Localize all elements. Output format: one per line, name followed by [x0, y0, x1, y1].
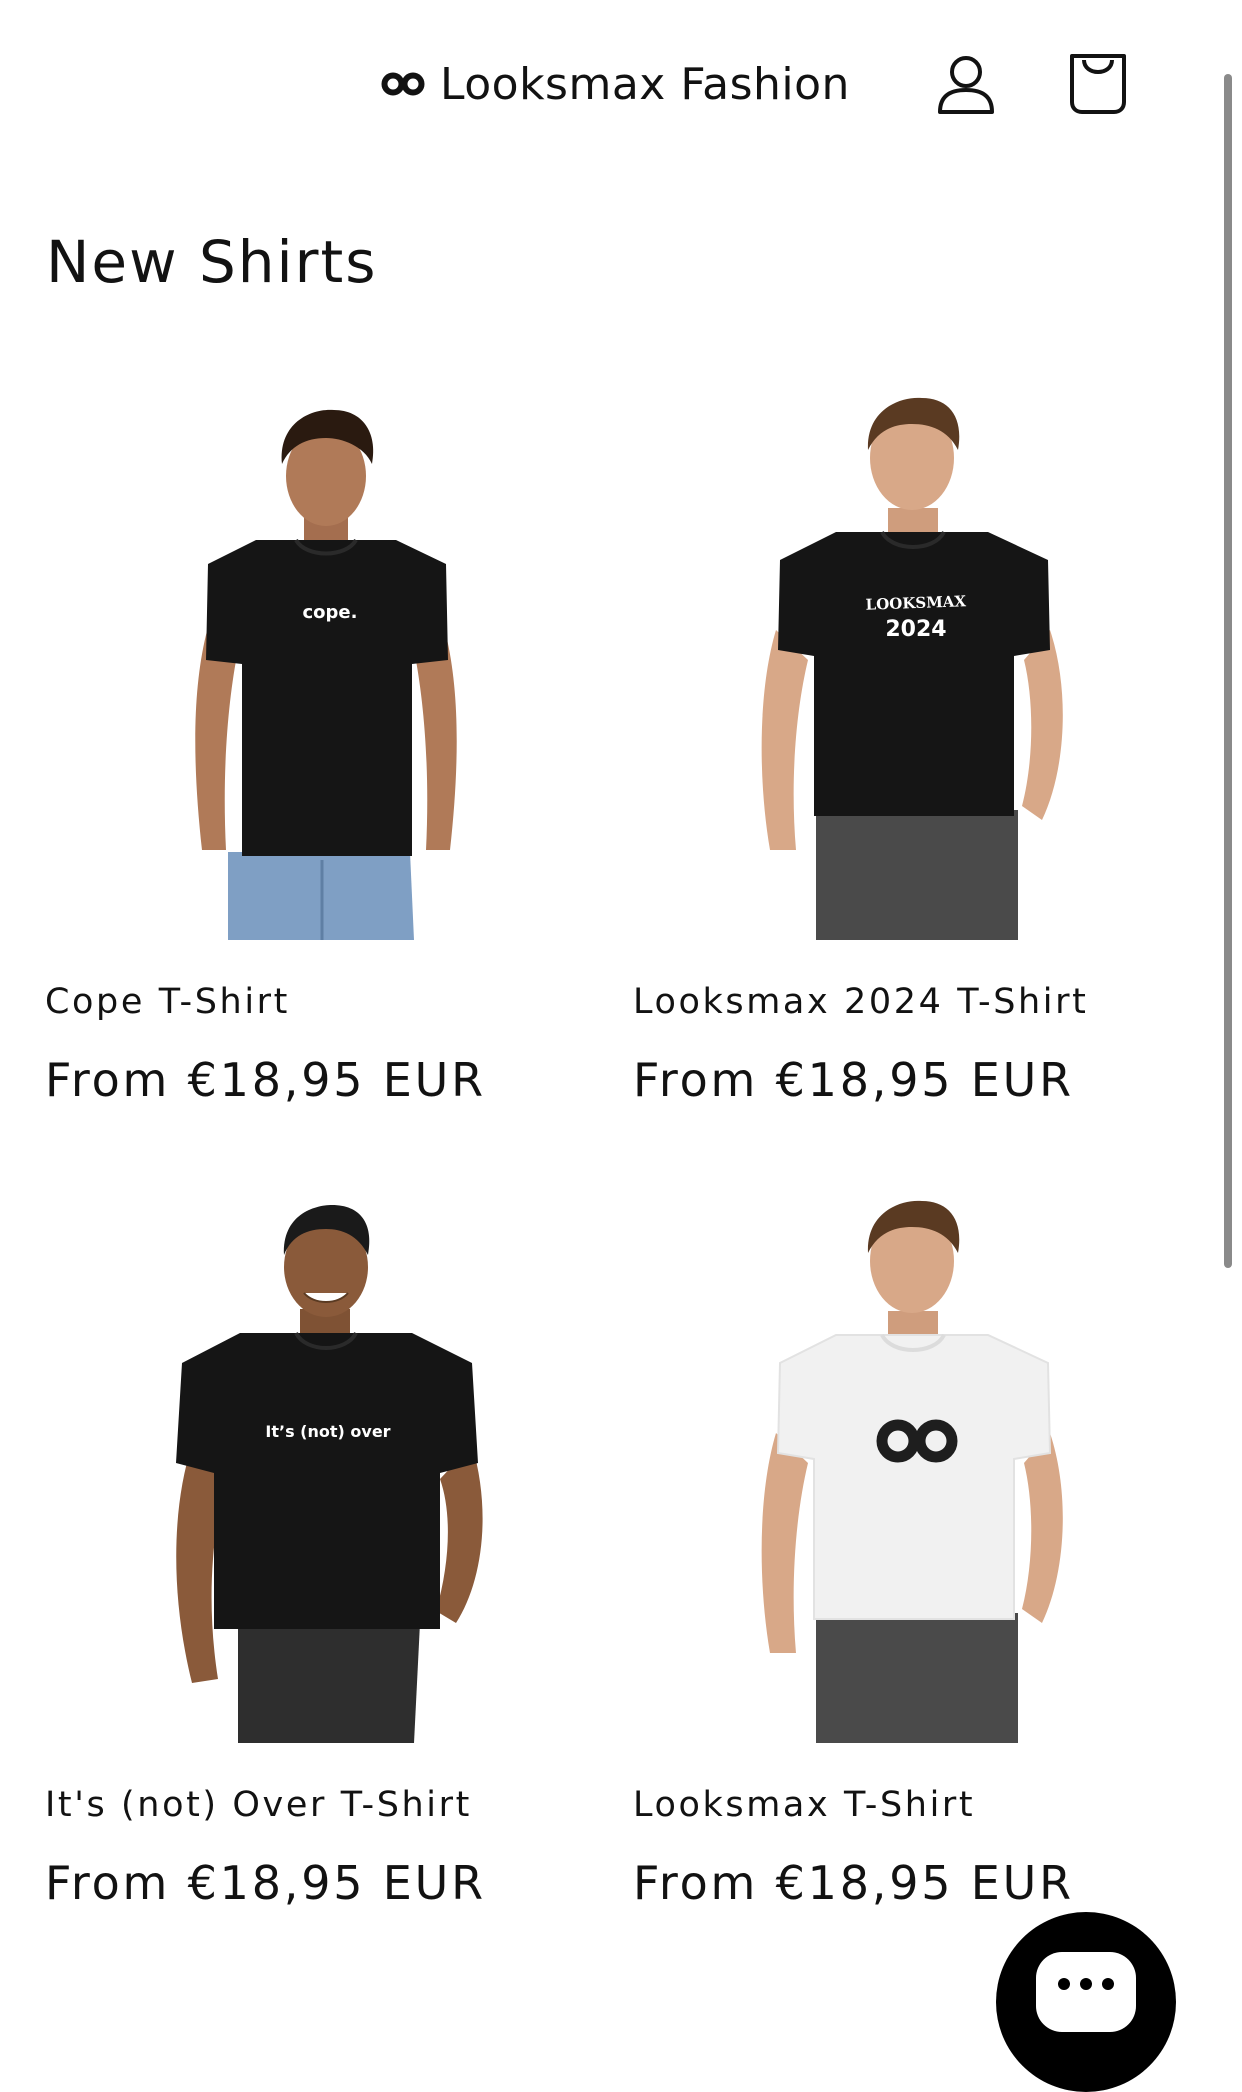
product-image[interactable]: It’s (not) over: [42, 1183, 582, 1743]
model-photo: It’s (not) over: [42, 1183, 582, 1743]
shirt-print-text: cope.: [303, 602, 358, 623]
account-button[interactable]: [932, 50, 1000, 118]
product-price: From €18,95 EUR: [45, 1856, 486, 1910]
chat-button[interactable]: [996, 1912, 1176, 2092]
shirt-print-text: It’s (not) over: [265, 1422, 390, 1441]
chat-dots: [1036, 1978, 1136, 1990]
scrollbar[interactable]: [1224, 74, 1232, 1268]
product-price: From €18,95 EUR: [633, 1856, 1074, 1910]
cart-icon: [1070, 54, 1126, 114]
product-card-its-not-over[interactable]: It’s (not) over It's (not) Over T-Shirt …: [42, 1183, 582, 1963]
product-name[interactable]: Cope T-Shirt: [45, 978, 290, 1026]
product-image[interactable]: LOOKSMAX 2024: [630, 380, 1170, 940]
product-card-looksmax-2024[interactable]: LOOKSMAX 2024 Looksmax 2024 T-Shirt From…: [630, 380, 1170, 1160]
account-icon: [938, 56, 994, 114]
infinity-logo-icon: [381, 72, 425, 96]
model-photo: cope.: [42, 380, 582, 940]
model-photo: [630, 1183, 1170, 1743]
product-name[interactable]: Looksmax 2024 T-Shirt: [633, 978, 1088, 1026]
shirt-print-line1: LOOKSMAX: [865, 592, 966, 614]
product-price: From €18,95 EUR: [633, 1053, 1074, 1107]
product-card-cope[interactable]: cope. Cope T-Shirt From €18,95 EUR: [42, 380, 582, 1160]
model-photo: LOOKSMAX 2024: [630, 380, 1170, 940]
product-card-looksmax[interactable]: Looksmax T-Shirt From €18,95 EUR: [630, 1183, 1170, 1963]
product-name[interactable]: Looksmax T-Shirt: [633, 1781, 975, 1829]
chat-icon: [1036, 1952, 1136, 2032]
cart-button[interactable]: [1064, 50, 1132, 118]
brand-name: Looksmax Fashion: [440, 58, 850, 110]
product-price: From €18,95 EUR: [45, 1053, 486, 1107]
brand-logo-link[interactable]: Looksmax Fashion: [380, 52, 850, 116]
product-image[interactable]: cope.: [42, 380, 582, 940]
product-image[interactable]: [630, 1183, 1170, 1743]
site-header: Looksmax Fashion: [0, 0, 1242, 160]
shirt-print-line2: 2024: [885, 617, 946, 642]
product-name[interactable]: It's (not) Over T-Shirt: [45, 1781, 472, 1829]
collection-title: New Shirts: [46, 228, 378, 296]
